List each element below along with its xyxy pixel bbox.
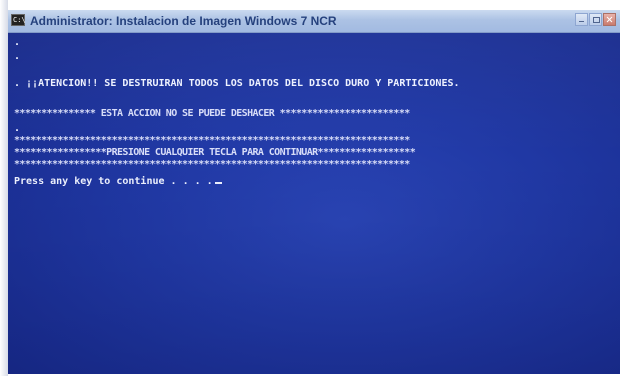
cmd-icon-glyph: C:\ — [13, 16, 26, 24]
irreversible-warning-line: *************** ESTA ACCION NO SE PUEDE … — [14, 108, 410, 119]
title-bar[interactable]: C:\ Administrator: Instalacion de Imagen… — [8, 10, 620, 33]
cmd-icon[interactable]: C:\ — [11, 14, 26, 26]
monitor-bezel: C:\ Administrator: Instalacion de Imagen… — [0, 0, 621, 376]
command-prompt-window[interactable]: C:\ Administrator: Instalacion de Imagen… — [8, 10, 620, 374]
separator-line: ****************************************… — [14, 159, 410, 170]
screen-edge — [0, 0, 8, 376]
console-output[interactable]: . . . ¡¡ATENCION!! SE DESTRUIRAN TODOS L… — [8, 33, 620, 374]
prompt-text: Press any key to continue . . . . — [14, 176, 213, 187]
console-line: . — [14, 123, 21, 134]
minimize-button[interactable] — [575, 13, 588, 26]
console-line: . — [14, 37, 21, 48]
close-button[interactable] — [603, 13, 616, 26]
window-controls — [575, 13, 616, 26]
text-cursor — [214, 182, 222, 184]
press-key-banner-line: *****************PRESIONE CUALQUIER TECL… — [14, 147, 416, 158]
window-title: Administrator: Instalacion de Imagen Win… — [30, 14, 337, 28]
separator-line: ****************************************… — [14, 135, 410, 146]
warning-line: . ¡¡ATENCION!! SE DESTRUIRAN TODOS LOS D… — [14, 78, 460, 89]
prompt-line: Press any key to continue . . . . — [14, 176, 222, 188]
maximize-button[interactable] — [589, 13, 602, 26]
console-line: . — [14, 51, 21, 62]
